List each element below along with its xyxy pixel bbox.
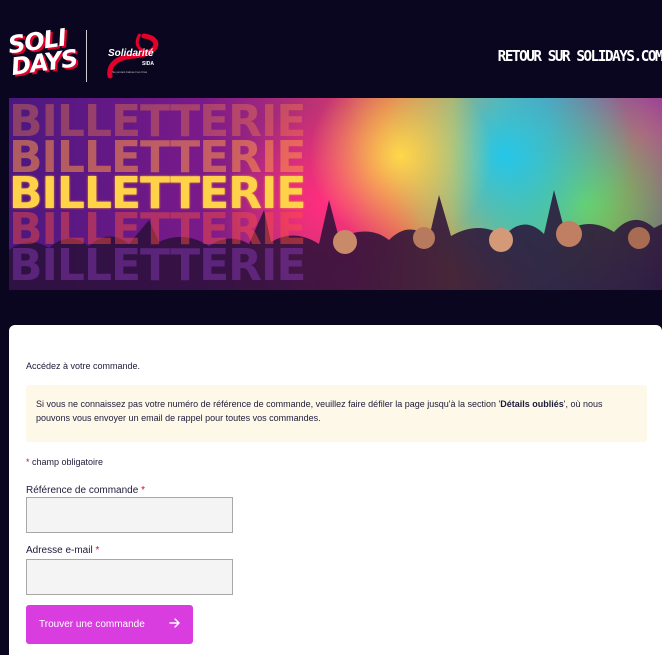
- arrow-right-icon: [169, 618, 180, 628]
- sida-logo-name: Solidarité: [108, 48, 154, 59]
- email-label: Adresse e-mail *: [26, 545, 99, 556]
- notice-text-bold: Détails oubliés: [500, 399, 564, 409]
- forgotten-details-notice: Si vous ne connaissez pas votre numéro d…: [26, 385, 647, 442]
- find-order-button-label: Trouver une commande: [39, 619, 145, 630]
- solidays-logo[interactable]: SOLI DAYS: [6, 24, 79, 86]
- email-input[interactable]: [26, 559, 233, 595]
- find-order-button[interactable]: Trouver une commande: [26, 605, 193, 644]
- notice-text-before: Si vous ne connaissez pas votre numéro d…: [36, 399, 501, 409]
- required-star: *: [95, 545, 100, 556]
- solidarite-sida-logo[interactable]: Solidarité SIDA Ne jamais baisser les br…: [104, 32, 166, 82]
- required-star: *: [141, 485, 145, 496]
- logo-separator: [86, 30, 87, 82]
- site-header: SOLI DAYS Solidarité SIDA Ne jamais bais…: [0, 0, 662, 98]
- billetterie-banner: BILLETTERIE BILLETTERIE BILLETTERIE BILL…: [9, 98, 662, 290]
- order-lookup-card: Accédez à votre commande. Si vous ne con…: [9, 325, 662, 655]
- solidays-logo-line2: DAYS: [9, 44, 79, 82]
- order-reference-label-text: Référence de commande: [26, 485, 139, 496]
- required-field-note: * champ obligatoire: [26, 457, 103, 467]
- sida-logo-sub: SIDA: [142, 61, 154, 67]
- back-to-solidays-link[interactable]: RETOUR SUR SOLIDAYS.COM: [497, 47, 662, 65]
- notice-text: Si vous ne connaissez pas votre numéro d…: [26, 385, 647, 425]
- required-note-text: champ obligatoire: [29, 457, 104, 467]
- email-label-text: Adresse e-mail: [26, 545, 93, 556]
- order-reference-input[interactable]: [26, 497, 233, 533]
- sida-logo-tagline: Ne jamais baisser les bras: [112, 70, 148, 74]
- banner-title-echo-4: BILLETTERIE: [9, 240, 306, 290]
- order-reference-label: Référence de commande *: [26, 485, 145, 496]
- intro-text: Accédez à votre commande.: [26, 361, 141, 371]
